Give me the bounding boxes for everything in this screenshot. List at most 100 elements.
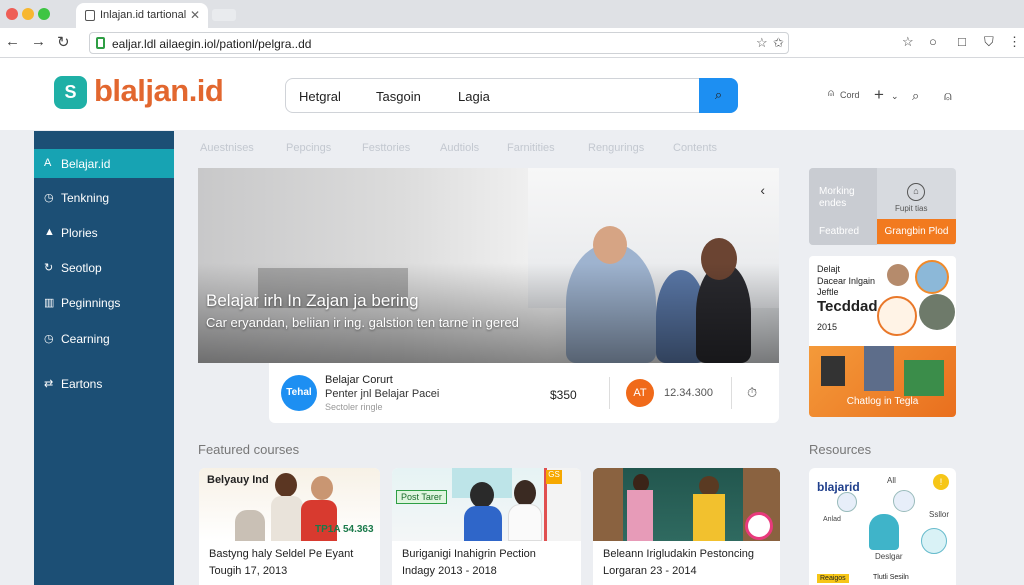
- sidebar-item-peginnings[interactable]: ▥ Peginnings: [34, 288, 174, 317]
- course-info-bar[interactable]: Tehal Belajar Corurt Penter jnl Belajar …: [269, 363, 779, 423]
- person-figure: [864, 346, 894, 391]
- tab-auestnises[interactable]: Auestnises: [200, 142, 254, 154]
- course-image: [593, 468, 780, 541]
- sidebar-item-label: Belajar.id: [61, 157, 111, 171]
- bookmark-star-icon[interactable]: ☆: [756, 35, 768, 51]
- side-promo-card[interactable]: Delajt Dacear Inlgain Jeftle Tecddad 201…: [809, 256, 956, 417]
- search-segment[interactable]: Lagia: [458, 89, 490, 104]
- search-segment[interactable]: Tasgoin: [376, 89, 421, 104]
- clock-icon: ◷: [44, 192, 54, 204]
- chevron-down-icon[interactable]: ⌄: [891, 91, 899, 102]
- course-logo: Tehal: [281, 375, 317, 411]
- new-tab-button[interactable]: [212, 9, 236, 21]
- sidebar-item-cearning[interactable]: ◷ Cearning: [34, 324, 174, 353]
- sidebar-item-label: Cearning: [61, 332, 110, 346]
- resource-card[interactable]: blajarid ! All Ssllor Deslgar Anlad Reai…: [809, 468, 956, 585]
- instructor-avatar[interactable]: AT: [626, 379, 654, 407]
- home-icon: A: [44, 157, 52, 169]
- tab-audtiols[interactable]: Audtiols: [440, 142, 479, 154]
- side-card-cta[interactable]: Chatlog in Tegla: [809, 396, 956, 407]
- hero-banner[interactable]: Belajar irh In Zajan ja bering Car eryan…: [198, 168, 779, 363]
- promo-text: Morking endes: [819, 186, 855, 210]
- window-close-button[interactable]: [6, 8, 18, 20]
- site-logo[interactable]: blaljan.id: [94, 73, 224, 109]
- course-card[interactable]: Belyauy Ind TP1A 54.363 Bastyng haly Sel…: [199, 468, 380, 585]
- person-figure: [464, 506, 502, 541]
- forward-arrow-icon[interactable]: →: [31, 33, 46, 50]
- window-maximize-button[interactable]: [38, 8, 50, 20]
- lock-icon: [96, 37, 105, 49]
- tab-contents[interactable]: Contents: [673, 142, 717, 154]
- course-card[interactable]: Beleann Irigludakin Pestoncing Lorgaran …: [593, 468, 780, 585]
- reload-icon[interactable]: ↻: [57, 33, 70, 51]
- plus-icon[interactable]: +: [874, 85, 884, 105]
- tab-rengurings[interactable]: Rengurings: [588, 142, 644, 154]
- badge-icon: !: [933, 474, 949, 490]
- course-card-title: Beleann Irigludakin Pestoncing: [603, 548, 755, 560]
- resource-tag: Reaigos: [817, 574, 849, 583]
- course-card-title: Bastyng haly Seldel Pe Eyant: [209, 548, 354, 560]
- sidebar-item-seotlop[interactable]: ↻ Seotlop: [34, 253, 174, 282]
- resource-label: Deslgar: [875, 552, 903, 561]
- chat-icon[interactable]: ⌕: [912, 88, 919, 104]
- window-minimize-button[interactable]: [22, 8, 34, 20]
- tab-close-icon[interactable]: ✕: [190, 8, 200, 22]
- hero-overlay: [198, 263, 779, 363]
- resources-title: Resources: [809, 442, 872, 457]
- node-icon: [837, 492, 857, 512]
- featured-title: Featured courses: [198, 442, 300, 457]
- sidebar-item-eartons[interactable]: ⇄ Eartons: [34, 369, 174, 398]
- course-card-label: Belyauy Ind: [207, 474, 269, 486]
- users-icon: ▲: [44, 226, 55, 238]
- user-icon[interactable]: ⍝: [828, 88, 834, 99]
- promo-line: endes: [819, 198, 847, 209]
- node-icon: [921, 528, 947, 554]
- tab-pepcings[interactable]: Pepcings: [286, 142, 331, 154]
- divider: [609, 377, 610, 409]
- browser-tab[interactable]: Inlajan.id tartional ✕: [76, 3, 208, 28]
- tab-title: Inlajan.id tartional: [100, 9, 187, 21]
- avatar: [919, 294, 955, 330]
- side-card-year: 2015: [817, 322, 838, 332]
- tab-farnitities[interactable]: Farnitities: [507, 142, 555, 154]
- star-icon[interactable]: ☆: [902, 34, 914, 50]
- browser-toolbar: ← → ↻ ealjar.ldl ailaegin.iol/pationl/pe…: [0, 28, 1024, 58]
- search-bar[interactable]: Hetgral Tasgoin Lagia ⌕: [285, 78, 738, 113]
- course-number: 12.34.300: [664, 387, 713, 399]
- promo-button[interactable]: Grangbin Plod: [877, 219, 956, 244]
- chart-icon: ▥: [44, 297, 55, 309]
- person-figure: [627, 490, 653, 541]
- site-header: S blaljan.id Hetgral Tasgoin Lagia ⌕ ⍝ C…: [0, 58, 1024, 130]
- address-bar[interactable]: ealjar.ldl ailaegin.iol/pationl/pelgra..…: [89, 32, 789, 54]
- sidebar-item-tenkning[interactable]: ◷ Tenkning: [34, 183, 174, 212]
- clock-icon[interactable]: ⏱: [747, 385, 757, 401]
- page-icon: [85, 10, 95, 21]
- person-figure: [311, 476, 333, 500]
- course-image: Belyauy Ind TP1A 54.363: [199, 468, 380, 541]
- back-arrow-icon[interactable]: ←: [5, 33, 20, 50]
- sidebar-item-plories[interactable]: ▲ Plories: [34, 218, 174, 247]
- search-button[interactable]: ⌕: [699, 78, 738, 113]
- square-icon[interactable]: □: [958, 34, 966, 49]
- resource-label: All: [887, 476, 896, 485]
- url-text[interactable]: ealjar.ldl ailaegin.iol/pationl/pelgra..…: [112, 37, 311, 51]
- tab-festtories[interactable]: Festtories: [362, 142, 410, 154]
- course-tag: TP1A 54.363: [315, 524, 374, 535]
- course-card[interactable]: Post Tarer GS Buriganigi Inahigrin Pecti…: [392, 468, 581, 585]
- sidebar-item-belajar[interactable]: A Belajar.id: [34, 149, 174, 178]
- extension-star-icon[interactable]: ✩: [773, 35, 784, 51]
- badge-seal: [877, 296, 917, 336]
- course-card-date: Lorgaran 23 - 2014: [603, 565, 697, 577]
- side-card-text: Jeftle: [817, 287, 839, 297]
- search-segment[interactable]: Hetgral: [299, 89, 341, 104]
- menu-icon[interactable]: ⋮: [1008, 34, 1021, 50]
- chevron-left-icon[interactable]: ‹: [760, 182, 765, 198]
- account-label[interactable]: Cord: [840, 90, 860, 100]
- circle-icon[interactable]: ○: [929, 34, 937, 49]
- profile-icon[interactable]: ⍝: [944, 88, 952, 104]
- divider: [731, 377, 732, 409]
- bookshelf: [593, 468, 623, 541]
- side-card-text: Dacear Inlgain: [817, 276, 876, 286]
- logo-icon[interactable]: S: [54, 76, 87, 109]
- shield-icon[interactable]: ⛉: [984, 34, 994, 50]
